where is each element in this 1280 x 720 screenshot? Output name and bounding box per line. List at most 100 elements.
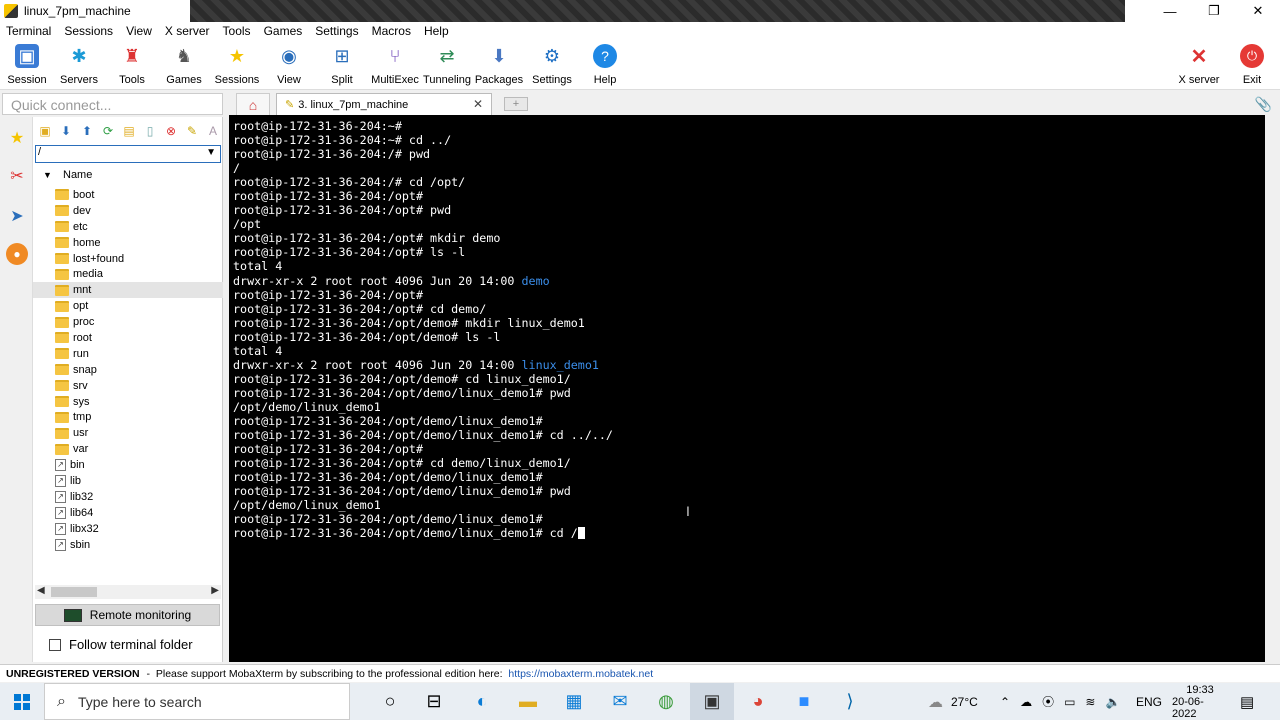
- weather-widget[interactable]: ☁ 27°C: [928, 683, 978, 720]
- text-icon[interactable]: A: [205, 123, 221, 139]
- onedrive-icon[interactable]: ☁: [1020, 695, 1032, 709]
- menu-xserver[interactable]: X server: [159, 24, 217, 38]
- remote-monitoring-button[interactable]: Remote monitoring: [35, 604, 220, 626]
- paperclip-icon[interactable]: 📎: [1255, 96, 1272, 113]
- tree-item-run[interactable]: run: [33, 346, 223, 362]
- menu-macros[interactable]: Macros: [366, 24, 418, 38]
- terminal-output[interactable]: root@ip-172-31-36-204:~# root@ip-172-31-3…: [229, 115, 1265, 662]
- tree-item-srv[interactable]: srv: [33, 378, 223, 394]
- toolbar-servers-button[interactable]: ✱ Servers: [52, 42, 106, 88]
- toolbar-exit-button[interactable]: ⏻ Exit: [1225, 42, 1279, 88]
- edge-icon[interactable]: ◐: [460, 683, 504, 720]
- download-icon[interactable]: ⬇: [58, 123, 74, 139]
- tree-item-media[interactable]: media: [33, 266, 223, 282]
- battery-icon[interactable]: ▭: [1064, 695, 1075, 709]
- tree-item-proc[interactable]: proc: [33, 314, 223, 330]
- new-file-icon[interactable]: ▯: [142, 123, 158, 139]
- zoom-icon[interactable]: ■: [782, 683, 826, 720]
- chrome-icon[interactable]: ◕: [736, 683, 780, 720]
- toolbar-settings-button[interactable]: ⚙ Settings: [525, 42, 579, 88]
- tree-item-var[interactable]: var: [33, 441, 223, 457]
- tree-item-root[interactable]: root: [33, 330, 223, 346]
- tree-item-lib32[interactable]: ↗ lib32: [33, 489, 223, 505]
- toolbar-help-button[interactable]: ? Help: [578, 42, 632, 88]
- tree-item-sys[interactable]: sys: [33, 394, 223, 410]
- menu-sessions[interactable]: Sessions: [58, 24, 120, 38]
- properties-icon[interactable]: ✎: [184, 123, 200, 139]
- tree-item-sbin[interactable]: ↗ sbin: [33, 537, 223, 553]
- horizontal-scrollbar[interactable]: ◀ ▶: [35, 585, 221, 599]
- new-folder-icon[interactable]: ▤: [121, 123, 137, 139]
- menu-terminal[interactable]: Terminal: [0, 24, 58, 38]
- sftp-icon[interactable]: ●: [6, 243, 28, 265]
- sessions-star-icon[interactable]: ★: [6, 127, 28, 149]
- tree-item-dev[interactable]: dev: [33, 203, 223, 219]
- toolbar-games-button[interactable]: ♞ Games: [157, 42, 211, 88]
- minimize-button[interactable]: —: [1148, 0, 1192, 22]
- delete-icon[interactable]: ⊗: [163, 123, 179, 139]
- path-selector[interactable]: / ▼: [35, 145, 221, 163]
- toolbar-tools-button[interactable]: ♜ Tools: [105, 42, 159, 88]
- close-button[interactable]: ✕: [1236, 0, 1280, 22]
- toolbar-sessions-button[interactable]: ★ Sessions: [210, 42, 264, 88]
- rail-tools-icon[interactable]: ✂: [6, 165, 28, 187]
- tree-item-lib64[interactable]: ↗ lib64: [33, 505, 223, 521]
- widgets-icon[interactable]: ⊟: [412, 683, 456, 720]
- tree-header[interactable]: ▼ Name: [33, 167, 223, 183]
- tree-item-snap[interactable]: snap: [33, 362, 223, 378]
- toolbar-session-button[interactable]: ▣ Session: [0, 42, 54, 88]
- toolbar-split-button[interactable]: ⊞ Split: [315, 42, 369, 88]
- wifi-icon[interactable]: ≋: [1085, 695, 1095, 709]
- tree-item-usr[interactable]: usr: [33, 425, 223, 441]
- tree-item-etc[interactable]: etc: [33, 219, 223, 235]
- tree-item-libx32[interactable]: ↗ libx32: [33, 521, 223, 537]
- tree-item-lost-found[interactable]: lost+found: [33, 251, 223, 267]
- toolbar-tunneling-button[interactable]: ⇄ Tunneling: [420, 42, 474, 88]
- volume-icon[interactable]: 🔈: [1105, 695, 1120, 709]
- vscode-icon[interactable]: ⟩: [828, 683, 872, 720]
- parent-folder-icon[interactable]: ▣: [37, 123, 53, 139]
- home-tab[interactable]: ⌂: [236, 93, 270, 115]
- mobaxterm-taskbar-icon[interactable]: ▣: [690, 683, 734, 720]
- menu-view[interactable]: View: [120, 24, 159, 38]
- tray-chevron-icon[interactable]: ⌃: [1000, 695, 1010, 709]
- menu-help[interactable]: Help: [418, 24, 456, 38]
- tab-close-icon[interactable]: ✕: [473, 97, 483, 111]
- tab-linux-7pm-machine[interactable]: ✎ 3. linux_7pm_machine ✕: [276, 93, 492, 115]
- menu-games[interactable]: Games: [258, 24, 310, 38]
- quick-connect-input[interactable]: Quick connect...: [2, 93, 223, 115]
- upload-icon[interactable]: ⬆: [79, 123, 95, 139]
- toolbar-packages-button[interactable]: ⬇ Packages: [472, 42, 526, 88]
- language-indicator[interactable]: ENG: [1136, 683, 1162, 720]
- toolbar-xserver-button[interactable]: ✕ X server: [1172, 42, 1226, 88]
- toolbar-view-button[interactable]: ◉ View: [262, 42, 316, 88]
- tree-item-lib[interactable]: ↗ lib: [33, 473, 223, 489]
- mail-icon[interactable]: ✉: [598, 683, 642, 720]
- file-explorer-icon[interactable]: ▬: [506, 683, 550, 720]
- store-icon[interactable]: ▦: [552, 683, 596, 720]
- refresh-icon[interactable]: ⟳: [100, 123, 116, 139]
- toolbar-multiexec-button[interactable]: ⑂ MultiExec: [368, 42, 422, 88]
- tree-item-opt[interactable]: opt: [33, 298, 223, 314]
- menu-settings[interactable]: Settings: [309, 24, 365, 38]
- mobatek-link[interactable]: https://mobaxterm.mobatek.net: [508, 668, 653, 680]
- greenshot-icon[interactable]: ◍: [644, 683, 688, 720]
- tree-item-boot[interactable]: boot: [33, 187, 223, 203]
- scrollbar-thumb[interactable]: [51, 587, 97, 597]
- start-button[interactable]: [0, 683, 44, 720]
- follow-folder-checkbox[interactable]: [49, 638, 61, 651]
- new-tab-button[interactable]: +: [504, 97, 528, 111]
- follow-terminal-folder[interactable]: Follow terminal folder: [49, 637, 193, 652]
- menu-tools[interactable]: Tools: [217, 24, 258, 38]
- tree-item-bin[interactable]: ↗ bin: [33, 457, 223, 473]
- notification-icon[interactable]: ▤: [1240, 683, 1254, 720]
- taskbar-search[interactable]: ⌕ Type here to search: [44, 683, 350, 720]
- vertical-scrollbar[interactable]: [1265, 115, 1280, 662]
- maximize-button[interactable]: ❐: [1192, 0, 1236, 22]
- clock[interactable]: 19:33 20-06-2022: [1172, 683, 1228, 720]
- rail-send-icon[interactable]: ➤: [6, 205, 28, 227]
- task-view-icon[interactable]: ○: [368, 683, 412, 720]
- tree-item-tmp[interactable]: tmp: [33, 409, 223, 425]
- scroll-left-icon[interactable]: ◀: [37, 585, 45, 596]
- tree-item-home[interactable]: home: [33, 235, 223, 251]
